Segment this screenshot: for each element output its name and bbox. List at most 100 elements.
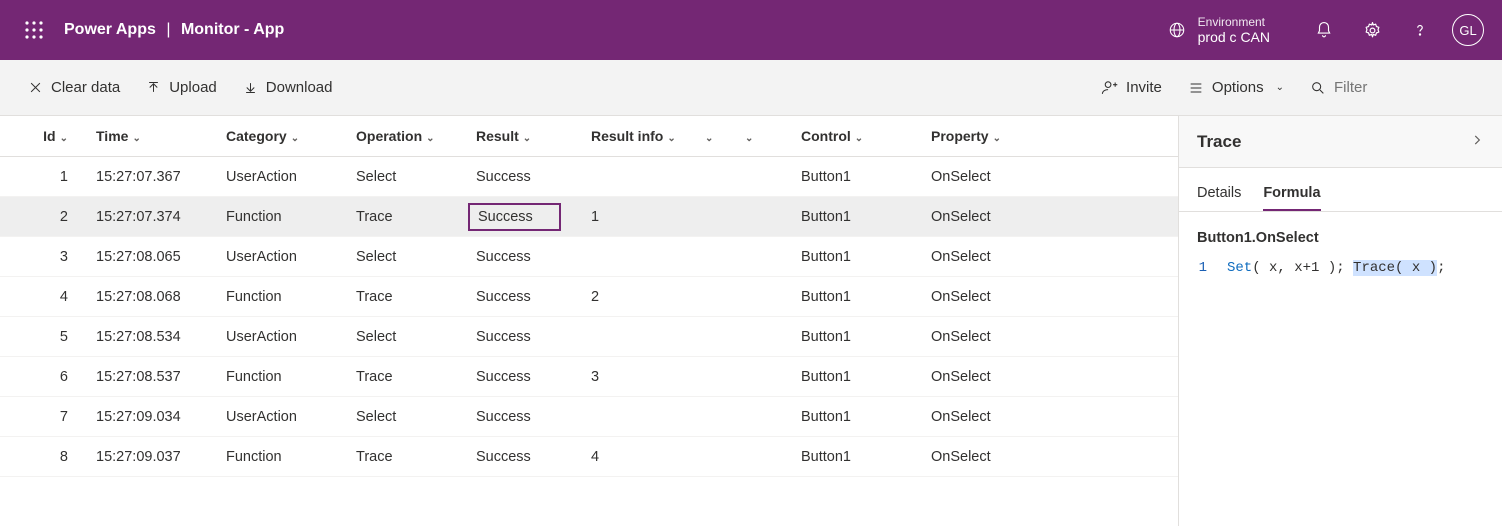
cell: Trace (348, 437, 468, 477)
col-result[interactable]: Result⌄ (468, 116, 583, 157)
col-extra-2[interactable]: ⌄ (733, 116, 793, 157)
cell: UserAction (218, 237, 348, 277)
chevron-down-icon: ⌄ (1276, 82, 1284, 93)
cell (733, 397, 793, 437)
cell: Select (348, 237, 468, 277)
cell: Success (468, 317, 583, 357)
cell (693, 437, 733, 477)
cell: 4 (583, 437, 693, 477)
cell (693, 237, 733, 277)
tab-details[interactable]: Details (1197, 185, 1241, 211)
invite-label: Invite (1126, 79, 1162, 96)
cell: OnSelect (923, 357, 1178, 397)
details-panel: Trace Details Formula Button1.OnSelect 1… (1178, 116, 1502, 526)
cell (733, 237, 793, 277)
cell: Button1 (793, 157, 923, 197)
cell: Success (468, 237, 583, 277)
table-row[interactable]: 215:27:07.374FunctionTraceSuccess1Button… (0, 197, 1178, 237)
cell: OnSelect (923, 157, 1178, 197)
cell: 1 (18, 157, 88, 197)
table-row[interactable]: 615:27:08.537FunctionTraceSuccess3Button… (0, 357, 1178, 397)
cell: UserAction (218, 157, 348, 197)
upload-button[interactable]: Upload (146, 79, 217, 96)
chevron-down-icon: ⌄ (667, 133, 675, 144)
help-button[interactable] (1396, 0, 1444, 60)
gear-icon (1363, 21, 1382, 40)
download-icon (243, 80, 258, 95)
clear-data-button[interactable]: Clear data (28, 79, 120, 96)
cell (693, 277, 733, 317)
cell: Function (218, 437, 348, 477)
cell: 15:27:07.374 (88, 197, 218, 237)
table-row[interactable]: 815:27:09.037FunctionTraceSuccess4Button… (0, 437, 1178, 477)
download-button[interactable]: Download (243, 79, 333, 96)
cell: Button1 (793, 357, 923, 397)
chevron-down-icon: ⌄ (745, 133, 753, 144)
table-row[interactable]: 115:27:07.367UserActionSelectSuccessButt… (0, 157, 1178, 197)
tab-formula[interactable]: Formula (1263, 185, 1320, 211)
cell: Function (218, 357, 348, 397)
filter-field[interactable] (1310, 79, 1474, 96)
cell: UserAction (218, 397, 348, 437)
search-icon (1310, 80, 1326, 96)
chevron-down-icon: ⌄ (523, 133, 531, 144)
cell: Button1 (793, 317, 923, 357)
col-extra-1[interactable]: ⌄ (693, 116, 733, 157)
table-row[interactable]: 315:27:08.065UserActionSelectSuccessButt… (0, 237, 1178, 277)
question-icon (1411, 21, 1429, 39)
cell: 15:27:07.367 (88, 157, 218, 197)
cell (733, 357, 793, 397)
list-icon (1188, 80, 1204, 96)
cell: 5 (18, 317, 88, 357)
table-row[interactable]: 515:27:08.534UserActionSelectSuccessButt… (0, 317, 1178, 357)
cell (0, 277, 18, 317)
filter-input[interactable] (1334, 79, 1474, 96)
cell: 8 (18, 437, 88, 477)
notifications-button[interactable] (1300, 0, 1348, 60)
events-table: Id⌄ Time⌄ Category⌄ Operation⌄ Result⌄ R… (0, 116, 1178, 477)
cell: 15:27:08.068 (88, 277, 218, 317)
globe-icon (1168, 21, 1186, 39)
table-row[interactable]: 415:27:08.068FunctionTraceSuccess2Button… (0, 277, 1178, 317)
cell: 3 (583, 357, 693, 397)
col-operation[interactable]: Operation⌄ (348, 116, 468, 157)
options-button[interactable]: Options ⌄ (1188, 79, 1284, 96)
cell: UserAction (218, 317, 348, 357)
collapse-panel-button[interactable] (1470, 131, 1484, 152)
table-row[interactable]: 715:27:09.034UserActionSelectSuccessButt… (0, 397, 1178, 437)
cell (583, 237, 693, 277)
cell (583, 157, 693, 197)
cell: OnSelect (923, 317, 1178, 357)
cell (583, 317, 693, 357)
options-label: Options (1212, 79, 1264, 96)
cell (733, 197, 793, 237)
chevron-down-icon: ⌄ (60, 133, 68, 144)
cell: OnSelect (923, 237, 1178, 277)
invite-button[interactable]: Invite (1101, 79, 1162, 96)
formula-context: Button1.OnSelect (1197, 230, 1484, 246)
cell (693, 197, 733, 237)
settings-button[interactable] (1348, 0, 1396, 60)
col-category[interactable]: Category⌄ (218, 116, 348, 157)
col-id[interactable]: Id⌄ (18, 116, 88, 157)
col-result-info[interactable]: Result info⌄ (583, 116, 693, 157)
cell: 1 (583, 197, 693, 237)
cell: Select (348, 157, 468, 197)
col-property[interactable]: Property⌄ (923, 116, 1178, 157)
cell (583, 397, 693, 437)
chevron-down-icon: ⌄ (705, 133, 713, 144)
user-avatar[interactable]: GL (1452, 14, 1484, 46)
cell: Button1 (793, 197, 923, 237)
col-control[interactable]: Control⌄ (793, 116, 923, 157)
header-row: Id⌄ Time⌄ Category⌄ Operation⌄ Result⌄ R… (0, 116, 1178, 157)
cell: Success (468, 357, 583, 397)
brand-name: Power Apps (64, 21, 156, 38)
download-label: Download (266, 79, 333, 96)
highlighted-call: Trace( x ) (1353, 260, 1437, 276)
brand-subtitle: Monitor - App (181, 21, 284, 38)
chevron-down-icon: ⌄ (426, 133, 434, 144)
cell: 4 (18, 277, 88, 317)
col-time[interactable]: Time⌄ (88, 116, 218, 157)
waffle-button[interactable] (10, 21, 58, 39)
environment-picker[interactable]: Environment prod c CAN (1168, 15, 1270, 45)
